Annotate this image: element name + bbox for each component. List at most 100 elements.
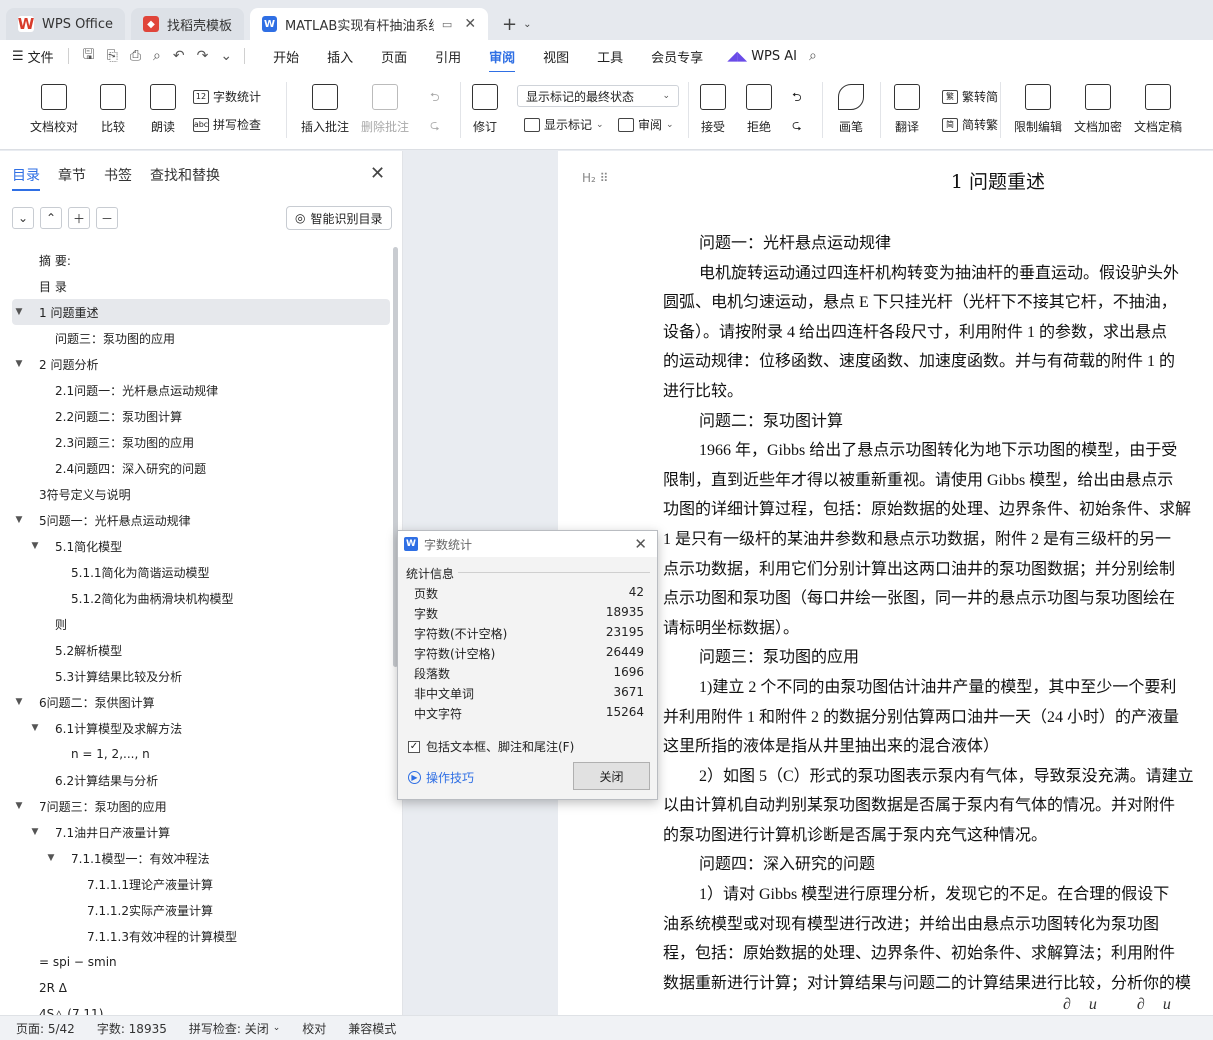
tips-link[interactable]: ▶ 操作技巧	[408, 769, 474, 786]
toc-item[interactable]: 2.2问题二：泵功图计算	[12, 403, 390, 429]
undo-icon[interactable]: ↶	[173, 48, 185, 64]
export-icon[interactable]: ⎘	[107, 48, 118, 64]
close-icon[interactable]: ✕	[634, 535, 647, 553]
tab-bookmarks[interactable]: 书签	[104, 165, 132, 185]
close-button[interactable]: 关闭	[573, 762, 650, 790]
tab-view[interactable]: 视图	[543, 47, 569, 66]
tab-toc[interactable]: 目录	[12, 165, 40, 191]
remove-heading-button[interactable]: －	[96, 207, 118, 229]
translate-button[interactable]: 翻译	[894, 84, 920, 135]
save-icon[interactable]: 🖫	[83, 44, 95, 68]
smart-toc-button[interactable]: ◎ 智能识别目录	[286, 206, 392, 230]
tab-review[interactable]: 审阅	[489, 47, 516, 73]
review-pane-button[interactable]: 审阅 ⌄	[618, 116, 674, 133]
toc-item[interactable]: 摘 要:	[12, 247, 390, 273]
to-simplified-button[interactable]: 简 简转繁	[942, 116, 998, 133]
collapse-up-button[interactable]: ⌃	[40, 207, 62, 229]
toc-item[interactable]: 2.3问题三：泵功图的应用	[12, 429, 390, 455]
tab-page[interactable]: 页面	[381, 47, 407, 66]
toc-item[interactable]: ▼ 7.1油井日产液量计算	[12, 819, 390, 845]
expand-down-button[interactable]: ⌄	[12, 207, 34, 229]
file-menu[interactable]: ☰ 文件	[12, 47, 54, 66]
prev-change-icon[interactable]: ⮌	[792, 88, 802, 109]
tab-tools[interactable]: 工具	[597, 47, 623, 66]
toc-item[interactable]: ▼ 7问题三：泵功图的应用	[12, 793, 390, 819]
finalize-button[interactable]: 文档定稿	[1134, 84, 1182, 135]
toc-item[interactable]: ▼ 7.1.1模型一：有效冲程法	[12, 845, 390, 871]
tab-insert[interactable]: 插入	[327, 47, 353, 66]
toc-item[interactable]: ▼ 1 问题重述	[12, 299, 390, 325]
tab-start[interactable]: 开始	[273, 47, 299, 66]
tab-wps-office[interactable]: W WPS Office	[6, 8, 126, 40]
toc-item[interactable]: 2.4问题四：深入研究的问题	[12, 455, 390, 481]
toc-item[interactable]: 5.3计算结果比较及分析	[12, 663, 390, 689]
toc-item[interactable]: 2R Δ	[12, 975, 390, 1001]
search-icon[interactable]: ⌕	[809, 48, 817, 64]
tab-reference[interactable]: 引用	[435, 47, 461, 66]
close-icon[interactable]: ✕	[464, 16, 476, 32]
toc-item[interactable]: ▼ 2 问题分析	[12, 351, 390, 377]
markup-state-select[interactable]: 显示标记的最终状态 ⌄	[517, 85, 679, 107]
wps-ai-button[interactable]: ◢◣ WPS AI	[727, 49, 797, 64]
chevron-down-icon[interactable]: ⌄	[523, 19, 531, 30]
add-heading-button[interactable]: ＋	[68, 207, 90, 229]
tab-template-store[interactable]: ◆ 找稻壳模板	[131, 8, 245, 40]
page-indicator[interactable]: 页面: 5/42	[16, 1020, 75, 1037]
tab-member[interactable]: 会员专享	[651, 47, 703, 66]
to-traditional-button[interactable]: 繁 繁转简	[942, 88, 998, 105]
restrict-edit-button[interactable]: 限制编辑	[1014, 84, 1062, 135]
proofread-status[interactable]: 校对	[302, 1020, 326, 1037]
toc-item[interactable]: ▼ 6.1计算模型及求解方法	[12, 715, 390, 741]
pen-button[interactable]: 画笔	[838, 84, 864, 135]
toc-item[interactable]: 5.2解析模型	[12, 637, 390, 663]
toc-item[interactable]: 2.1问题一：光杆悬点运动规律	[12, 377, 390, 403]
toc-item[interactable]: 目 录	[12, 273, 390, 299]
expand-arrow-icon[interactable]: ▼	[28, 827, 42, 837]
toc-item[interactable]: ▼ 6问题二：泵供图计算	[12, 689, 390, 715]
expand-arrow-icon[interactable]: ▼	[12, 307, 26, 317]
toc-item[interactable]: = spi − smin	[12, 949, 390, 975]
prev-comment-icon[interactable]: ⮌	[430, 88, 440, 109]
new-tab-button[interactable]: + ⌄	[494, 8, 539, 40]
expand-arrow-icon[interactable]: ▼	[12, 697, 26, 707]
word-count-indicator[interactable]: 字数: 18935	[97, 1020, 167, 1037]
toc-item[interactable]: 3符号定义与说明	[12, 481, 390, 507]
read-aloud-button[interactable]: 朗读	[150, 84, 176, 135]
doc-check-button[interactable]: 文档校对	[30, 84, 78, 135]
toc-item[interactable]: 7.1.1.1理论产液量计算	[12, 871, 390, 897]
toc-item[interactable]: 则	[12, 611, 390, 637]
redo-icon[interactable]: ↷	[197, 48, 209, 64]
expand-arrow-icon[interactable]: ▼	[44, 853, 58, 863]
word-count-button[interactable]: 12 字数统计	[193, 88, 261, 105]
show-markup-button[interactable]: 显示标记 ⌄	[524, 116, 604, 133]
accept-button[interactable]: 接受	[700, 84, 726, 135]
toc-item[interactable]: 5.1.1简化为简谐运动模型	[12, 559, 390, 585]
reject-button[interactable]: 拒绝	[746, 84, 772, 135]
spell-check-status[interactable]: 拼写检查: 关闭 ⌄	[189, 1020, 280, 1037]
close-icon[interactable]: ✕	[370, 163, 385, 184]
print-icon[interactable]: ⎙	[130, 48, 141, 64]
insert-comment-button[interactable]: 插入批注	[301, 84, 349, 135]
chevron-down-icon[interactable]: ⌄	[220, 48, 232, 64]
toc-item[interactable]: 5.1.2简化为曲柄滑块机构模型	[12, 585, 390, 611]
toc-item[interactable]: 7.1.1.2实际产液量计算	[12, 897, 390, 923]
toc-item[interactable]: 6.2计算结果与分析	[12, 767, 390, 793]
spell-check-button[interactable]: abc 拼写检查	[193, 116, 261, 133]
expand-arrow-icon[interactable]: ▼	[12, 515, 26, 525]
toc-item[interactable]: n = 1, 2,..., n	[12, 741, 390, 767]
toc-item[interactable]: 7.1.1.3有效冲程的计算模型	[12, 923, 390, 949]
include-textbox-checkbox[interactable]: ✓ 包括文本框、脚注和尾注(F)	[408, 738, 574, 755]
next-change-icon[interactable]: ⮎	[792, 116, 802, 137]
expand-arrow-icon[interactable]: ▼	[28, 723, 42, 733]
expand-arrow-icon[interactable]: ▼	[28, 541, 42, 551]
tab-sections[interactable]: 章节	[58, 165, 86, 185]
toc-item[interactable]: ▼ 5.1简化模型	[12, 533, 390, 559]
expand-arrow-icon[interactable]: ▼	[12, 801, 26, 811]
tab-current-document[interactable]: W MATLAB实现有杆抽油系统的泵功图分析 ▭ ✕	[250, 8, 489, 40]
encrypt-button[interactable]: 文档加密	[1074, 84, 1122, 135]
toc-item[interactable]: 问题三：泵功图的应用	[12, 325, 390, 351]
tab-find-replace[interactable]: 查找和替换	[150, 165, 220, 185]
delete-comment-button[interactable]: 删除批注	[361, 84, 409, 135]
next-comment-icon[interactable]: ⮎	[430, 116, 440, 137]
compare-button[interactable]: 比较	[100, 84, 126, 135]
